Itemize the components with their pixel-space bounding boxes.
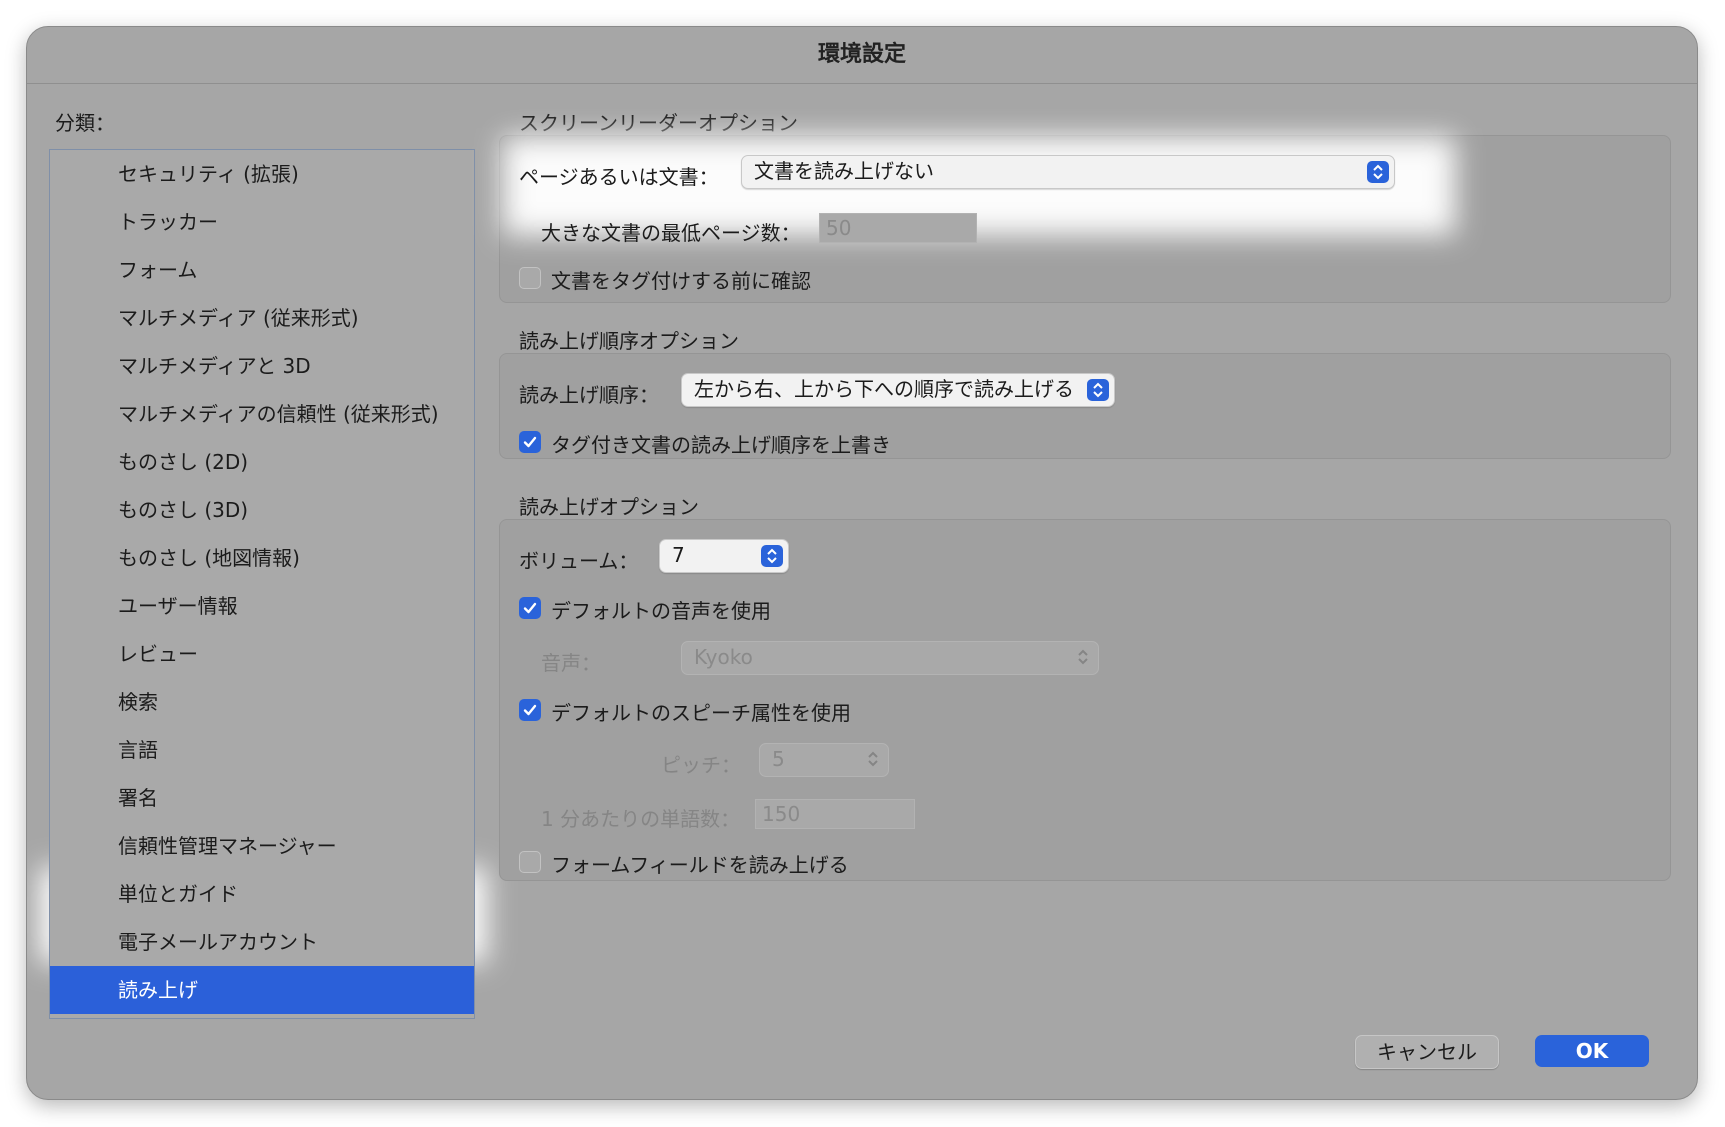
category-item[interactable]: セキュリティ (拡張) xyxy=(50,150,474,198)
category-item[interactable]: ものさし (3D) xyxy=(50,486,474,534)
reading-order-label: 読み上げ順序： xyxy=(519,383,659,407)
voice-select[interactable]: Kyoko xyxy=(681,641,1099,675)
category-item[interactable]: フォーム xyxy=(50,246,474,294)
read-form-fields-checkbox[interactable] xyxy=(519,851,541,873)
checkmark-icon xyxy=(523,436,537,448)
category-item[interactable]: 言語 xyxy=(50,726,474,774)
category-item[interactable]: 署名 xyxy=(50,774,474,822)
reading-order-select[interactable]: 左から右、上から下への順序で読み上げる xyxy=(681,373,1115,407)
volume-select[interactable]: 7 xyxy=(659,539,789,573)
category-list[interactable]: セキュリティ (拡張) トラッカー フォーム マルチメディア (従来形式) マル… xyxy=(49,149,475,1019)
category-item[interactable]: 電子メールアカウント xyxy=(50,918,474,966)
category-item[interactable]: レビュー xyxy=(50,630,474,678)
window-title: 環境設定 xyxy=(27,27,1697,84)
category-item[interactable]: 検索 xyxy=(50,678,474,726)
min-pages-field[interactable]: 50 xyxy=(819,213,977,243)
cancel-button[interactable]: キャンセル xyxy=(1355,1035,1499,1069)
up-down-chevron-icon xyxy=(1367,161,1389,183)
category-item[interactable]: ものさし (地図情報) xyxy=(50,534,474,582)
category-item[interactable]: トラッカー xyxy=(50,198,474,246)
up-down-chevron-icon xyxy=(868,751,878,767)
ok-button[interactable]: OK xyxy=(1535,1035,1649,1067)
voice-value: Kyoko xyxy=(694,645,753,669)
up-down-chevron-icon xyxy=(1087,379,1109,401)
volume-value: 7 xyxy=(672,543,685,567)
confirm-tagging-checkbox[interactable] xyxy=(519,267,541,289)
category-item[interactable]: 単位とガイド xyxy=(50,870,474,918)
default-speech-checkbox[interactable] xyxy=(519,699,541,721)
volume-label: ボリューム： xyxy=(519,549,639,573)
confirm-tagging-label: 文書をタグ付けする前に確認 xyxy=(551,269,811,293)
override-order-checkbox[interactable] xyxy=(519,431,541,453)
pitch-select[interactable]: 5 xyxy=(759,743,889,777)
read-form-fields-label: フォームフィールドを読み上げる xyxy=(551,853,849,877)
read-out-section-title: 読み上げオプション xyxy=(519,495,699,519)
category-item[interactable]: マルチメディア (従来形式) xyxy=(50,294,474,342)
category-item[interactable]: マルチメディアの信頼性 (従来形式) xyxy=(50,390,474,438)
words-per-minute-label: 1 分あたりの単語数： xyxy=(541,807,741,831)
voice-label: 音声： xyxy=(541,651,601,675)
default-voice-checkbox[interactable] xyxy=(519,597,541,619)
pitch-label: ピッチ： xyxy=(661,753,741,777)
reading-order-value: 左から右、上から下への順序で読み上げる xyxy=(694,377,1074,401)
min-pages-label: 大きな文書の最低ページ数： xyxy=(541,221,801,245)
words-per-minute-field[interactable]: 150 xyxy=(755,799,915,829)
category-item-selected[interactable]: 読み上げ xyxy=(50,966,474,1014)
category-item[interactable]: ユーザー情報 xyxy=(50,582,474,630)
override-order-label: タグ付き文書の読み上げ順序を上書き xyxy=(551,433,891,457)
page-or-doc-value: 文書を読み上げない xyxy=(754,159,934,183)
page-or-doc-select[interactable]: 文書を読み上げない xyxy=(741,155,1395,189)
up-down-chevron-icon xyxy=(761,545,783,567)
default-speech-label: デフォルトのスピーチ属性を使用 xyxy=(551,701,851,725)
default-voice-label: デフォルトの音声を使用 xyxy=(551,599,771,623)
up-down-chevron-icon xyxy=(1078,649,1088,665)
category-item[interactable]: 信頼性管理マネージャー xyxy=(50,822,474,870)
pitch-value: 5 xyxy=(772,747,785,771)
checkmark-icon xyxy=(523,602,537,614)
screen-reader-section-title: スクリーンリーダーオプション xyxy=(519,111,798,135)
checkmark-icon xyxy=(523,704,537,716)
preferences-window: 環境設定 分類： セキュリティ (拡張) トラッカー フォーム マルチメディア … xyxy=(26,26,1698,1100)
category-item[interactable]: ものさし (2D) xyxy=(50,438,474,486)
page-or-doc-label: ページあるいは文書： xyxy=(519,165,719,189)
category-label: 分類： xyxy=(55,111,115,135)
category-item[interactable]: マルチメディアと 3D xyxy=(50,342,474,390)
reading-order-section-title: 読み上げ順序オプション xyxy=(519,329,739,353)
